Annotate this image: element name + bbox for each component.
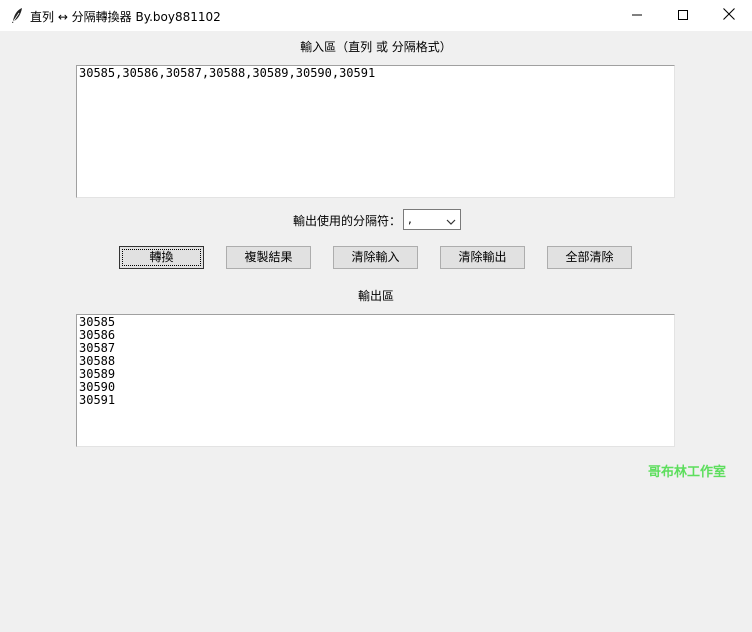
studio-watermark: 哥布林工作室 [648, 465, 727, 480]
minimize-button[interactable] [614, 0, 660, 31]
separator-label: 輸出使用的分隔符： [293, 214, 402, 228]
clear-input-button[interactable]: 清除輸入 [333, 246, 418, 269]
maximize-icon [678, 9, 688, 23]
title-bar[interactable]: 直列 ↔ 分隔轉換器 By.boy881102 [0, 0, 752, 31]
separator-dropdown[interactable]: , [403, 209, 461, 230]
chevron-down-icon [446, 215, 456, 225]
output-textarea[interactable]: 30585 30586 30587 30588 30589 30590 3059… [76, 314, 675, 447]
copy-result-button[interactable]: 複製結果 [226, 246, 311, 269]
clear-all-button[interactable]: 全部清除 [547, 246, 632, 269]
input-textarea[interactable]: 30585,30586,30587,30588,30589,30590,3059… [76, 65, 675, 198]
maximize-button[interactable] [660, 0, 706, 31]
close-icon [723, 8, 735, 23]
minimize-icon [632, 9, 642, 23]
separator-selected-value: , [408, 212, 412, 226]
convert-button-label: 轉換 [149, 250, 174, 264]
clear-output-button[interactable]: 清除輸出 [440, 246, 525, 269]
close-button[interactable] [706, 0, 752, 31]
output-area-label: 輸出區 [357, 289, 394, 303]
window-title: 直列 ↔ 分隔轉換器 By.boy881102 [30, 10, 221, 24]
app-window: 直列 ↔ 分隔轉換器 By.boy881102 輸入區（直列 或 分隔格式） 3… [0, 0, 752, 632]
separator-row: 輸出使用的分隔符： , [0, 209, 752, 231]
input-area-label: 輸入區（直列 或 分隔格式） [300, 40, 452, 54]
feather-icon [10, 7, 24, 24]
convert-button[interactable]: 轉換 [119, 246, 204, 269]
